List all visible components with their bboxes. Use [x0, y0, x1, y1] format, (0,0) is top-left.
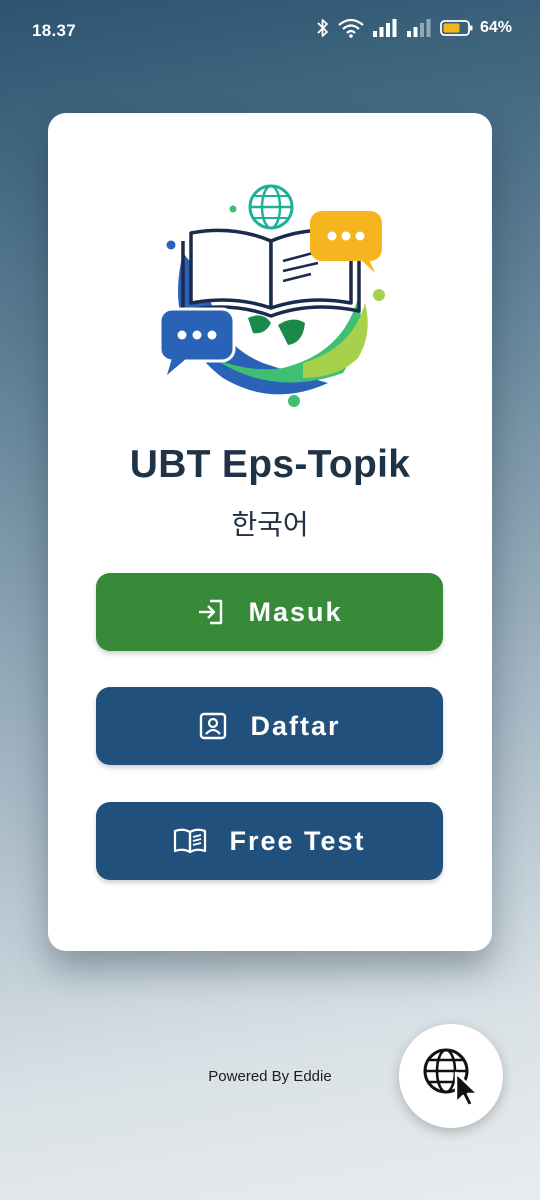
status-icons: 64%	[316, 18, 512, 38]
free-test-label: Free Test	[229, 825, 366, 856]
globe-cursor-icon	[423, 1048, 480, 1108]
wifi-icon	[338, 18, 364, 38]
app-title: UBT Eps-Topik	[129, 443, 411, 486]
masuk-label: Masuk	[248, 596, 343, 627]
bluetooth-icon	[317, 19, 328, 37]
battery-icon	[440, 20, 473, 36]
daftar-label: Daftar	[250, 710, 341, 741]
masuk-button[interactable]: Masuk	[96, 573, 443, 651]
daftar-button[interactable]: Daftar	[96, 687, 443, 765]
open-book-icon	[173, 827, 207, 855]
app-subtitle: 한국어	[231, 508, 309, 541]
login-icon	[196, 597, 226, 627]
signal-icon	[372, 19, 397, 37]
signal-weak-icon	[406, 19, 431, 37]
free-test-button[interactable]: Free Test	[96, 802, 443, 880]
book-globe-chat-logo	[158, 184, 385, 407]
status-bar: 18.37 64%	[0, 0, 540, 60]
language-fab[interactable]	[399, 1024, 503, 1128]
status-time: 18.37	[32, 21, 77, 40]
battery-percent: 64%	[479, 19, 512, 36]
user-card-icon	[198, 711, 228, 741]
welcome-card: UBT Eps-Topik 한국어 Masuk Daftar Free Test	[48, 113, 492, 951]
